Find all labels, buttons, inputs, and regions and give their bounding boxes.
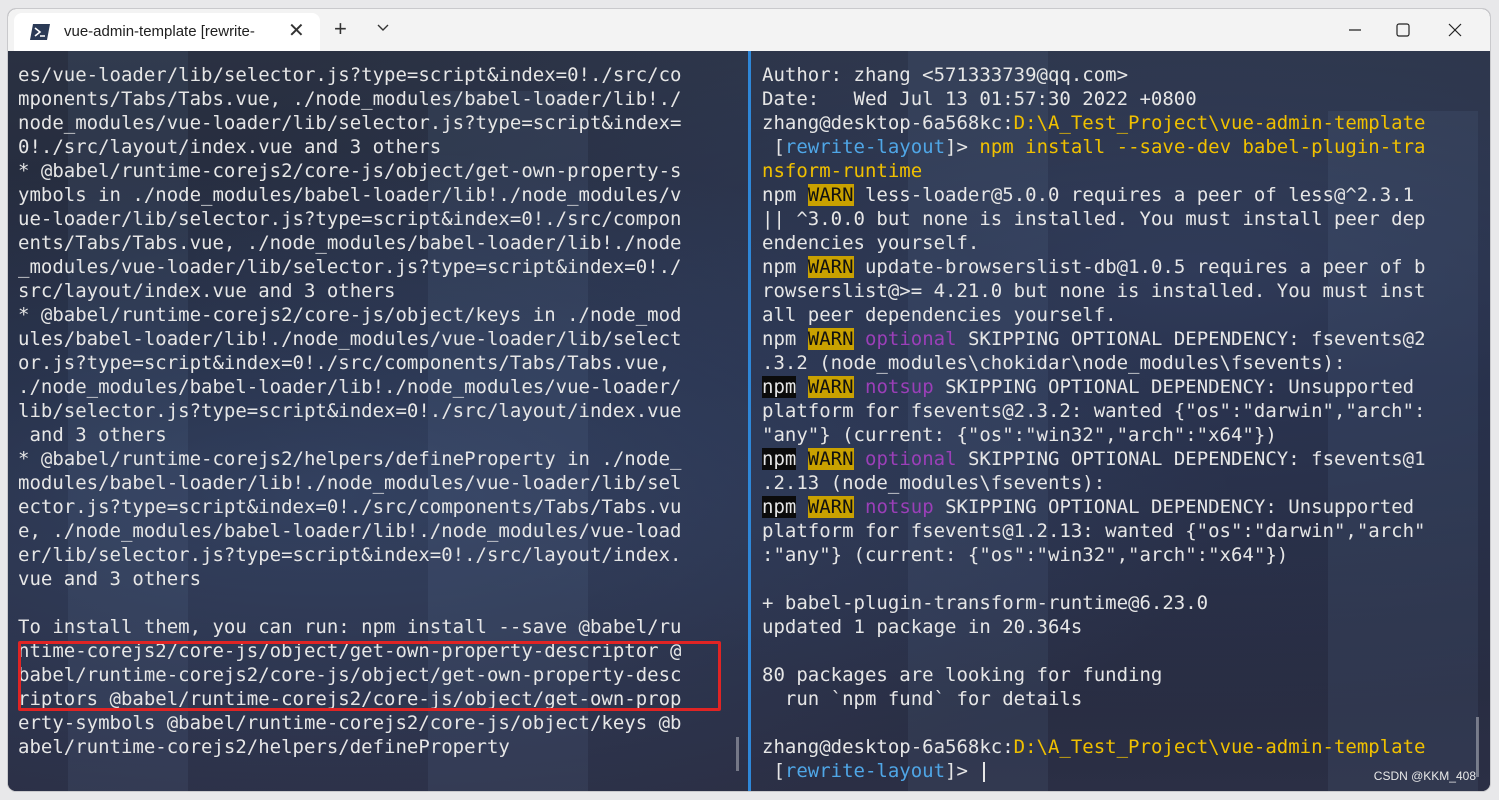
right-scrollbar[interactable] (1476, 717, 1479, 777)
warn-line: npm WARN optional SKIPPING OPTIONAL DEPE… (762, 448, 1426, 470)
prompt-line: zhang@desktop-6a568kc:D:\A_Test_Project\… (762, 111, 1426, 135)
output-line: _modules/vue-loader/lib/selector.js?type… (18, 256, 682, 278)
optional-tag: optional (865, 328, 957, 350)
chevron-down-icon[interactable] (376, 21, 390, 35)
output-line: * @babel/runtime-corejs2/helpers/defineP… (18, 448, 682, 470)
warn-badge: WARN (807, 256, 854, 278)
output-line: all peer dependencies yourself. (762, 304, 1117, 326)
prompt-branch: rewrite-layout (784, 760, 946, 782)
minimize-icon[interactable] (1340, 17, 1370, 43)
output-line: 80 packages are looking for funding (762, 664, 1163, 686)
prompt-user: zhang@desktop-6a568kc: (762, 736, 1014, 758)
output-line: .3.2 (node_modules\chokidar\node_modules… (762, 352, 1346, 374)
maximize-icon[interactable] (1388, 17, 1418, 43)
output-line: platform for fsevents@1.2.13: wanted {"o… (762, 520, 1426, 542)
close-window-icon[interactable] (1440, 17, 1470, 43)
warn-badge: WARN (807, 496, 854, 518)
prompt-user: zhang@desktop-6a568kc: (762, 112, 1014, 134)
output-line: ./node_modules/babel-loader/lib!./node_m… (18, 376, 682, 398)
output-line: platform for fsevents@2.3.2: wanted {"os… (762, 400, 1426, 422)
output-line: rowserslist@>= 4.21.0 but none is instal… (762, 280, 1426, 302)
output-line: ue-loader/lib/selector.js?type=script&in… (18, 208, 682, 230)
output-line: node_modules/vue-loader/lib/selector.js?… (18, 112, 682, 134)
output-line: ents/Tabs/Tabs.vue, ./node_modules/babel… (18, 232, 682, 254)
pane-divider[interactable] (748, 51, 751, 791)
output-line: and 3 others (18, 424, 167, 446)
prompt-line: zhang@desktop-6a568kc:D:\A_Test_Project\… (762, 735, 1426, 759)
notsup-tag: notsup (865, 496, 934, 518)
output-line: src/layout/index.vue and 3 others (18, 280, 396, 302)
right-terminal-pane[interactable]: Author: zhang <571333739@qq.com> Date: W… (762, 51, 1482, 791)
output-line: + babel-plugin-transform-runtime@6.23.0 (762, 592, 1209, 614)
output-line: ymbols in ./node_modules/babel-loader/li… (18, 184, 682, 206)
warn-line: npm WARN less-loader@5.0.0 requires a pe… (762, 184, 1415, 206)
output-line: mponents/Tabs/Tabs.vue, ./node_modules/b… (18, 88, 682, 110)
output-line: modules/babel-loader/lib!./node_modules/… (18, 472, 682, 494)
output-line: ector.js?type=script&index=0!./src/compo… (18, 496, 682, 518)
terminal-content: es/vue-loader/lib/selector.js?type=scrip… (8, 51, 1490, 791)
new-tab-button[interactable]: + (334, 18, 347, 40)
output-line: To install them, you can run: npm instal… (18, 616, 682, 638)
output-line: * @babel/runtime-corejs2/core-js/object/… (18, 160, 682, 182)
tab-vue-admin-template[interactable]: vue-admin-template [rewrite- ✕ (14, 13, 320, 51)
output-line: .2.13 (node_modules\fsevents): (762, 472, 1106, 494)
output-line: ules/babel-loader/lib!./node_modules/vue… (18, 328, 682, 350)
prompt-path: D:\A_Test_Project\vue-admin-template (1013, 736, 1426, 758)
output-line: Date: Wed Jul 13 01:57:30 2022 +0800 (762, 88, 1197, 110)
tab-title: vue-admin-template [rewrite- (64, 23, 255, 40)
output-line: 0!./src/layout/index.vue and 3 others (18, 136, 442, 158)
output-line: "any"} (current: {"os":"win32","arch":"x… (762, 424, 1277, 446)
notsup-tag: notsup (865, 376, 934, 398)
prompt-line[interactable]: [rewrite-layout]> (762, 759, 1426, 783)
prompt-line: [rewrite-layout]> npm install --save-dev… (762, 136, 1426, 158)
warn-line: npm WARN notsup SKIPPING OPTIONAL DEPEND… (762, 376, 1415, 398)
output-line: abel/runtime-corejs2/helpers/definePrope… (18, 736, 510, 758)
output-line: erty-symbols @babel/runtime-corejs2/core… (18, 712, 682, 734)
output-line: endencies yourself. (762, 232, 980, 254)
output-line: or.js?type=script&index=0!./src/componen… (18, 352, 671, 374)
output-line: updated 1 package in 20.364s (762, 616, 1083, 638)
output-line: Author: zhang <571333739@qq.com> (762, 64, 1129, 86)
warn-badge: WARN (807, 184, 854, 206)
command-text: npm install --save-dev babel-plugin-tra (979, 136, 1426, 158)
title-bar: vue-admin-template [rewrite- ✕ + (8, 9, 1490, 51)
powershell-icon (30, 24, 50, 40)
output-line: vue and 3 others (18, 568, 202, 590)
left-scrollbar[interactable] (736, 737, 739, 771)
text-cursor (983, 761, 986, 782)
warn-line: npm WARN optional SKIPPING OPTIONAL DEPE… (762, 328, 1426, 350)
optional-tag: optional (865, 448, 957, 470)
output-line: lib/selector.js?type=script&index=0!./sr… (18, 400, 682, 422)
prompt-branch: rewrite-layout (784, 136, 946, 158)
output-line: * @babel/runtime-corejs2/core-js/object/… (18, 304, 682, 326)
warn-line: npm WARN notsup SKIPPING OPTIONAL DEPEND… (762, 496, 1415, 518)
output-line: er/lib/selector.js?type=script&index=0!.… (18, 544, 682, 566)
output-line: run `npm fund` for details (762, 688, 1083, 710)
watermark: CSDN @KKM_408 (1373, 769, 1476, 783)
warn-line: npm WARN update-browserslist-db@1.0.5 re… (762, 256, 1426, 278)
terminal-window: vue-admin-template [rewrite- ✕ + es/vue-… (8, 9, 1490, 791)
output-line: e, ./node_modules/babel-loader/lib!./nod… (18, 520, 682, 542)
warn-badge: WARN (807, 376, 854, 398)
output-line: :"any"} (current: {"os":"win32","arch":"… (762, 544, 1289, 566)
warn-badge: WARN (807, 448, 854, 470)
highlight-annotation (18, 641, 721, 711)
output-line: || ^3.0.0 but none is installed. You mus… (762, 208, 1426, 230)
tab-close-icon[interactable]: ✕ (288, 21, 305, 41)
warn-badge: WARN (807, 328, 854, 350)
command-text: nsform-runtime (762, 160, 923, 182)
output-line: es/vue-loader/lib/selector.js?type=scrip… (18, 64, 682, 86)
prompt-path: D:\A_Test_Project\vue-admin-template (1013, 112, 1426, 134)
